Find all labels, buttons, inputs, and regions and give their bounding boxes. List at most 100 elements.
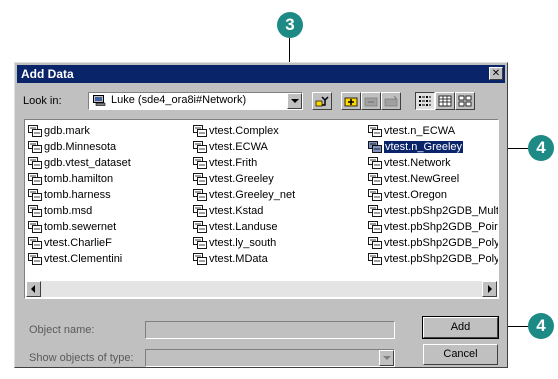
file-list-item[interactable]: vtest.CharlieF (27, 235, 131, 251)
callout-4-list: 4 (528, 135, 554, 161)
file-list-item[interactable]: vtest.Landuse (192, 219, 295, 235)
geometric-network-icon (28, 189, 42, 201)
file-list-item-label: vtest.Oregon (384, 189, 447, 201)
geometric-network-icon (368, 173, 382, 185)
file-list-item[interactable]: vtest.Greeley (192, 171, 295, 187)
file-list-item-label: vtest.n_ECWA (384, 125, 456, 137)
file-list-item[interactable]: gdb.mark (27, 123, 131, 139)
disconnect-folder-button[interactable] (361, 92, 381, 110)
file-list-item-label: vtest.Network (384, 157, 451, 169)
geometric-network-icon (193, 221, 207, 233)
file-list-item[interactable]: vtest.Frith (192, 155, 295, 171)
geometric-network-icon (193, 237, 207, 249)
list-view-icon (419, 96, 431, 106)
file-list-item[interactable]: vtest.pbShp2GDB_Poly (367, 235, 499, 251)
file-list-item-label: tomb.hamilton (44, 173, 114, 185)
file-list-item-label: tomb.harness (44, 189, 111, 201)
geometric-network-icon (193, 173, 207, 185)
geometric-network-icon (28, 205, 42, 217)
close-button[interactable]: ✕ (489, 67, 503, 80)
geometric-network-icon (193, 253, 207, 265)
callout-3: 3 (277, 12, 303, 38)
file-list-column-3: vtest.n_ECWA vtest.n_Greeley vtest.Network… (367, 123, 499, 267)
file-list-column-1: gdb.mark gdb.Minnesota gdb.vtest_datasetto… (27, 123, 131, 267)
list-view-button[interactable] (415, 92, 435, 110)
file-list-item-label: vtest.Kstad (209, 205, 264, 217)
look-in-dropdown[interactable]: Luke (sde4_ora8i#Network) (88, 92, 303, 110)
file-list[interactable]: gdb.mark gdb.Minnesota gdb.vtest_datasetto… (24, 119, 499, 299)
disconnect-folder-icon (364, 97, 378, 107)
geometric-network-icon (28, 253, 42, 265)
file-list-item[interactable]: tomb.msd (27, 203, 131, 219)
file-list-item[interactable]: gdb.vtest_dataset (27, 155, 131, 171)
file-list-item-label: gdb.mark (44, 125, 90, 137)
file-list-item[interactable]: vtest.n_Greeley (367, 139, 498, 155)
connect-folder-icon (344, 97, 358, 107)
file-list-item-label: vtest.ly_south (209, 237, 277, 249)
geometric-network-icon (368, 125, 382, 137)
file-list-item[interactable]: gdb.Minnesota (27, 139, 131, 155)
geometric-network-icon (368, 189, 382, 201)
connect-folder-button[interactable] (341, 92, 361, 110)
geometric-network-icon (368, 141, 382, 153)
chevron-down-icon[interactable] (379, 350, 394, 366)
file-list-item[interactable]: vtest.pbShp2GDB_Poly (367, 251, 499, 267)
geometric-network-icon (28, 157, 42, 169)
file-list-item-label: vtest.n_Greeley (384, 141, 464, 153)
file-list-item[interactable]: tomb.harness (27, 187, 131, 203)
geometric-network-icon (368, 237, 382, 249)
file-list-item[interactable]: vtest.Network (367, 155, 498, 171)
details-view-button[interactable] (435, 92, 455, 110)
geometric-network-icon (193, 189, 207, 201)
horizontal-scrollbar[interactable] (26, 281, 497, 297)
geometric-network-icon (368, 221, 382, 233)
file-list-item[interactable]: tomb.hamilton (27, 171, 131, 187)
file-list-item[interactable]: vtest.MData (192, 251, 295, 267)
add-button[interactable]: Add (422, 316, 499, 339)
show-objects-label: Show objects of type: (29, 352, 134, 364)
file-list-item-label: vtest.Landuse (209, 221, 278, 233)
geometric-network-icon (368, 205, 382, 217)
file-list-item-label: vtest.Frith (209, 157, 258, 169)
look-in-label: Look in: (23, 95, 62, 107)
cancel-button[interactable]: Cancel (423, 344, 498, 365)
file-list-item[interactable]: tomb.sewernet (27, 219, 131, 235)
callout-4-add: 4 (528, 313, 554, 339)
scroll-right-icon[interactable] (482, 281, 497, 297)
geometric-network-icon (368, 157, 382, 169)
file-list-item-label: gdb.Minnesota (44, 141, 117, 153)
geometric-network-icon (193, 125, 207, 137)
file-list-item[interactable]: vtest.Oregon (367, 187, 498, 203)
scroll-left-icon[interactable] (26, 281, 41, 297)
show-objects-dropdown[interactable] (145, 349, 395, 367)
up-one-level-icon (315, 96, 329, 107)
file-list-item[interactable]: vtest.Complex (192, 123, 295, 139)
file-list-item[interactable]: vtest.Clementini (27, 251, 131, 267)
file-list-item[interactable]: vtest.ECWA (192, 139, 295, 155)
file-list-item-label: vtest.pbShp2GDB_Poly (384, 237, 499, 249)
file-list-item[interactable]: vtest.Greeley_net (192, 187, 295, 203)
file-list-item[interactable]: vtest.n_ECWA (367, 123, 498, 139)
file-list-item[interactable]: vtest.pbShp2GDB_Mult (367, 203, 498, 219)
file-list-item-label: vtest.Clementini (44, 253, 123, 265)
dialog-titlebar: Add Data ✕ (17, 65, 505, 83)
file-list-item-label: vtest.pbShp2GDB_Poly (384, 253, 499, 265)
file-list-column-2: vtest.Complex vtest.ECWA vtest.Frith vtest.… (192, 123, 295, 267)
object-name-field[interactable] (145, 321, 395, 339)
file-list-item[interactable]: vtest.Kstad (192, 203, 295, 219)
file-list-item[interactable]: vtest.pbShp2GDB_Poir (367, 219, 498, 235)
new-folder-button[interactable] (381, 92, 401, 110)
chevron-down-icon[interactable] (287, 93, 302, 109)
file-list-item[interactable]: vtest.ly_south (192, 235, 295, 251)
file-list-item-label: vtest.MData (209, 253, 268, 265)
geometric-network-icon (193, 205, 207, 217)
geometric-network-icon (28, 125, 42, 137)
geometric-network-icon (193, 141, 207, 153)
geometric-network-icon (28, 221, 42, 233)
geometric-network-icon (28, 141, 42, 153)
thumbnails-view-button[interactable] (455, 92, 475, 110)
file-list-item-label: vtest.NewGreel (384, 173, 460, 185)
geometric-network-icon (193, 157, 207, 169)
file-list-item[interactable]: vtest.NewGreel (367, 171, 498, 187)
up-one-level-button[interactable] (312, 92, 332, 110)
